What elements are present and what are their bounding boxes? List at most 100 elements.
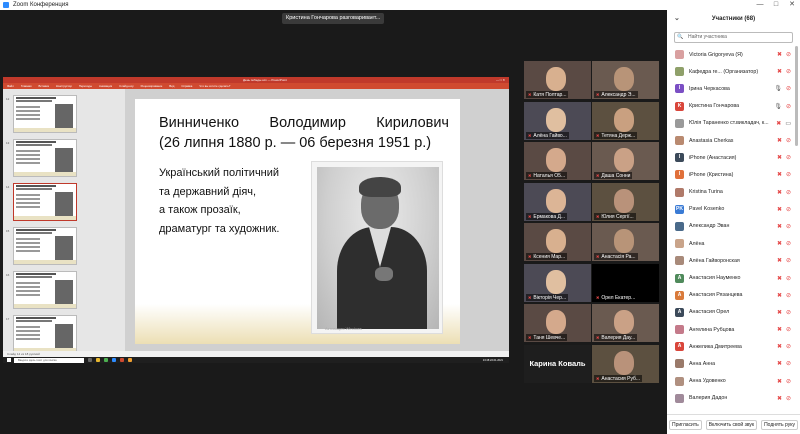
video-tile-name: Карина Коваль [529,359,586,368]
participant-row[interactable]: Юлія Тараненко ст.викладач, к... ✖ ▭ [667,115,795,132]
video-tile[interactable]: Орел Екатер... [592,263,659,302]
participant-row[interactable]: PK Pavel Kosenko ✖ ⊘ [667,201,795,218]
participants-header: ⌄ Участники (68) [667,10,800,28]
taskbar-search[interactable]: Введите здесь текст для поиска [14,357,84,363]
ppt-menu-item[interactable]: Главная [21,84,32,88]
video-tile[interactable]: Александр Э... [592,61,659,99]
participant-row[interactable]: Ангелина Рубцова ✖ ⊘ [667,321,795,338]
video-off-icon: ⊘ [785,241,791,248]
participant-row[interactable]: I Ірина Черкасова 🎙 ⊘ [667,80,795,97]
ppt-menu-item[interactable]: Вставка [39,84,49,88]
slide-thumbnail[interactable] [13,227,77,265]
participant-row[interactable]: Anastasia Cherkas ✖ ⊘ [667,132,795,149]
participant-row[interactable]: Александр Эван ✖ ⊘ [667,218,795,235]
window-controls: — □ ✕ [752,0,800,10]
app-icon[interactable] [128,358,132,362]
video-tile[interactable]: Ксения Мар... [524,223,591,261]
video-tile[interactable]: Наталья О5... [524,142,591,180]
participants-footer: Пригласить Включить свой звук Поднять ру… [667,414,800,434]
active-speaker-banner: Кристина Гончарова разговаривает... [282,13,385,24]
taskview-icon[interactable] [88,358,92,362]
video-off-icon: ⊘ [785,309,791,316]
video-off-icon: ⊘ [785,86,791,93]
video-tile[interactable]: Катя Полтар... [524,61,591,99]
unmute-button[interactable]: Включить свой звук [705,419,758,430]
avatar [675,376,684,386]
ppt-menu-item[interactable]: Вид [169,84,174,88]
participant-row[interactable]: IiPhone (Кристина) ✖ ⊘ [667,166,795,183]
minimize-icon[interactable]: — [752,0,768,10]
video-tile[interactable]: Юлия Сергії... [592,182,659,221]
windows-taskbar: Введите здесь текст для поиска 13:48 22.… [3,357,509,363]
participant-status-icons: ✖ ⊘ [777,240,791,247]
participant-face [614,107,634,132]
participant-row[interactable]: A Анастасия Науменко ✖ ⊘ [667,269,795,286]
video-tile[interactable]: Ермакова Д... [524,182,591,221]
participant-row[interactable]: Валерия Дадон ✖ ⊘ [667,390,795,407]
slide-thumbnail[interactable] [13,315,77,353]
participant-row[interactable]: Алёна ✖ ⊘ [667,235,795,252]
video-tile[interactable]: Анастасія Ра... [592,223,659,261]
close-icon[interactable]: ✕ [784,0,800,10]
chevron-down-icon[interactable]: ⌄ [674,14,680,22]
raise-hand-button[interactable]: Поднять руку [761,419,798,430]
slide-thumbnail[interactable] [13,95,77,133]
video-tile[interactable]: Вікторія Чер... [524,263,591,302]
invite-button[interactable]: Пригласить [668,419,702,430]
participant-name: Kristina Turina [689,189,723,196]
body-line: Український політичний [159,167,280,179]
participant-row[interactable]: IiPhone (Анастасия) ✖ ⊘ [667,149,795,166]
powerpoint-taskbar-icon[interactable] [120,358,124,362]
participant-row[interactable]: Victoria Grigoryeva (Я) ✖ ⊘ [667,46,795,63]
slide-body: Український політичний та державний діяч… [159,164,279,238]
ppt-menu-item[interactable]: Что вы хотите сделать? [199,84,230,88]
video-off-icon: ⊘ [785,344,791,351]
browser-icon[interactable] [104,358,108,362]
video-off-icon: ⊘ [785,103,791,110]
video-tile[interactable]: Тетяна Держ... [592,101,659,140]
ppt-menu-item[interactable]: Слайд-шоу [119,84,134,88]
participant-row[interactable]: Анна Анна ✖ ⊘ [667,355,795,372]
video-tile[interactable]: Алёна Гайво... [524,101,591,140]
participant-row[interactable]: A Анастасия Рязанцева ✖ ⊘ [667,287,795,304]
slide-thumbnail[interactable] [13,183,77,221]
ppt-menu-item[interactable]: Рецензирование [141,84,163,88]
video-tile[interactable]: Анастасия Руб... [592,344,659,383]
participant-row[interactable]: K Кристина Гончарова 🎙 ⊘ [667,98,795,115]
ppt-menu-item[interactable]: Справка [181,84,192,88]
ppt-menu-item[interactable]: Конструктор [56,84,72,88]
participant-row[interactable]: A Анастасия Орел ✖ ⊘ [667,304,795,321]
video-tile[interactable]: Карина Коваль [524,344,591,383]
windows-start-icon[interactable] [7,358,11,362]
video-off-icon: ⊘ [785,292,791,299]
participant-name: Анжелика Дмитреева [689,343,742,350]
participant-name: iPhone (Кристина) [689,171,734,178]
participant-row[interactable]: Анна Удовенко ✖ ⊘ [667,373,795,390]
mic-off-icon: ✖ [776,189,782,196]
video-tile[interactable]: Валерия Дау... [592,304,659,342]
mic-off-icon: ✖ [776,309,782,316]
participant-row[interactable]: Кафедра ге... (Организатор) ✖ ⊘ [667,63,795,80]
slide-number: 15 [6,229,10,233]
ppt-menu-item[interactable]: Файл [7,84,14,88]
participant-row[interactable]: A Анжелика Дмитреева ✖ ⊘ [667,338,795,355]
slide-number: 13 [6,141,10,145]
folder-icon[interactable] [96,358,100,362]
ppt-menu-item[interactable]: Переходы [79,84,92,88]
participant-search-input[interactable]: Найти участника [674,32,793,43]
ppt-menu-item[interactable]: Анимация [99,84,112,88]
zoom-taskbar-icon[interactable] [112,358,116,362]
powerpoint-title: День победы.ocx — PowerPoint [243,78,287,82]
shared-screen[interactable]: День победы.ocx — PowerPoint — □ ✕ Файл Г… [3,77,509,363]
slide-thumbnail[interactable] [13,139,77,177]
participant-row[interactable]: Алёна Гайворонская ✖ ⊘ [667,252,795,269]
slide-thumbnail[interactable] [13,271,77,309]
video-tile[interactable]: Таня Шевче... [524,304,591,342]
video-tile[interactable]: Даша Сонни [592,142,659,180]
participant-list-scrollbar[interactable] [795,46,798,146]
maximize-icon[interactable]: □ [768,0,784,10]
mic-icon: 🎙 [774,86,782,93]
participant-name: iPhone (Анастасия) [689,154,737,161]
video-off-icon: ⊘ [785,223,791,230]
participant-row[interactable]: Kristina Turina ✖ ⊘ [667,184,795,201]
